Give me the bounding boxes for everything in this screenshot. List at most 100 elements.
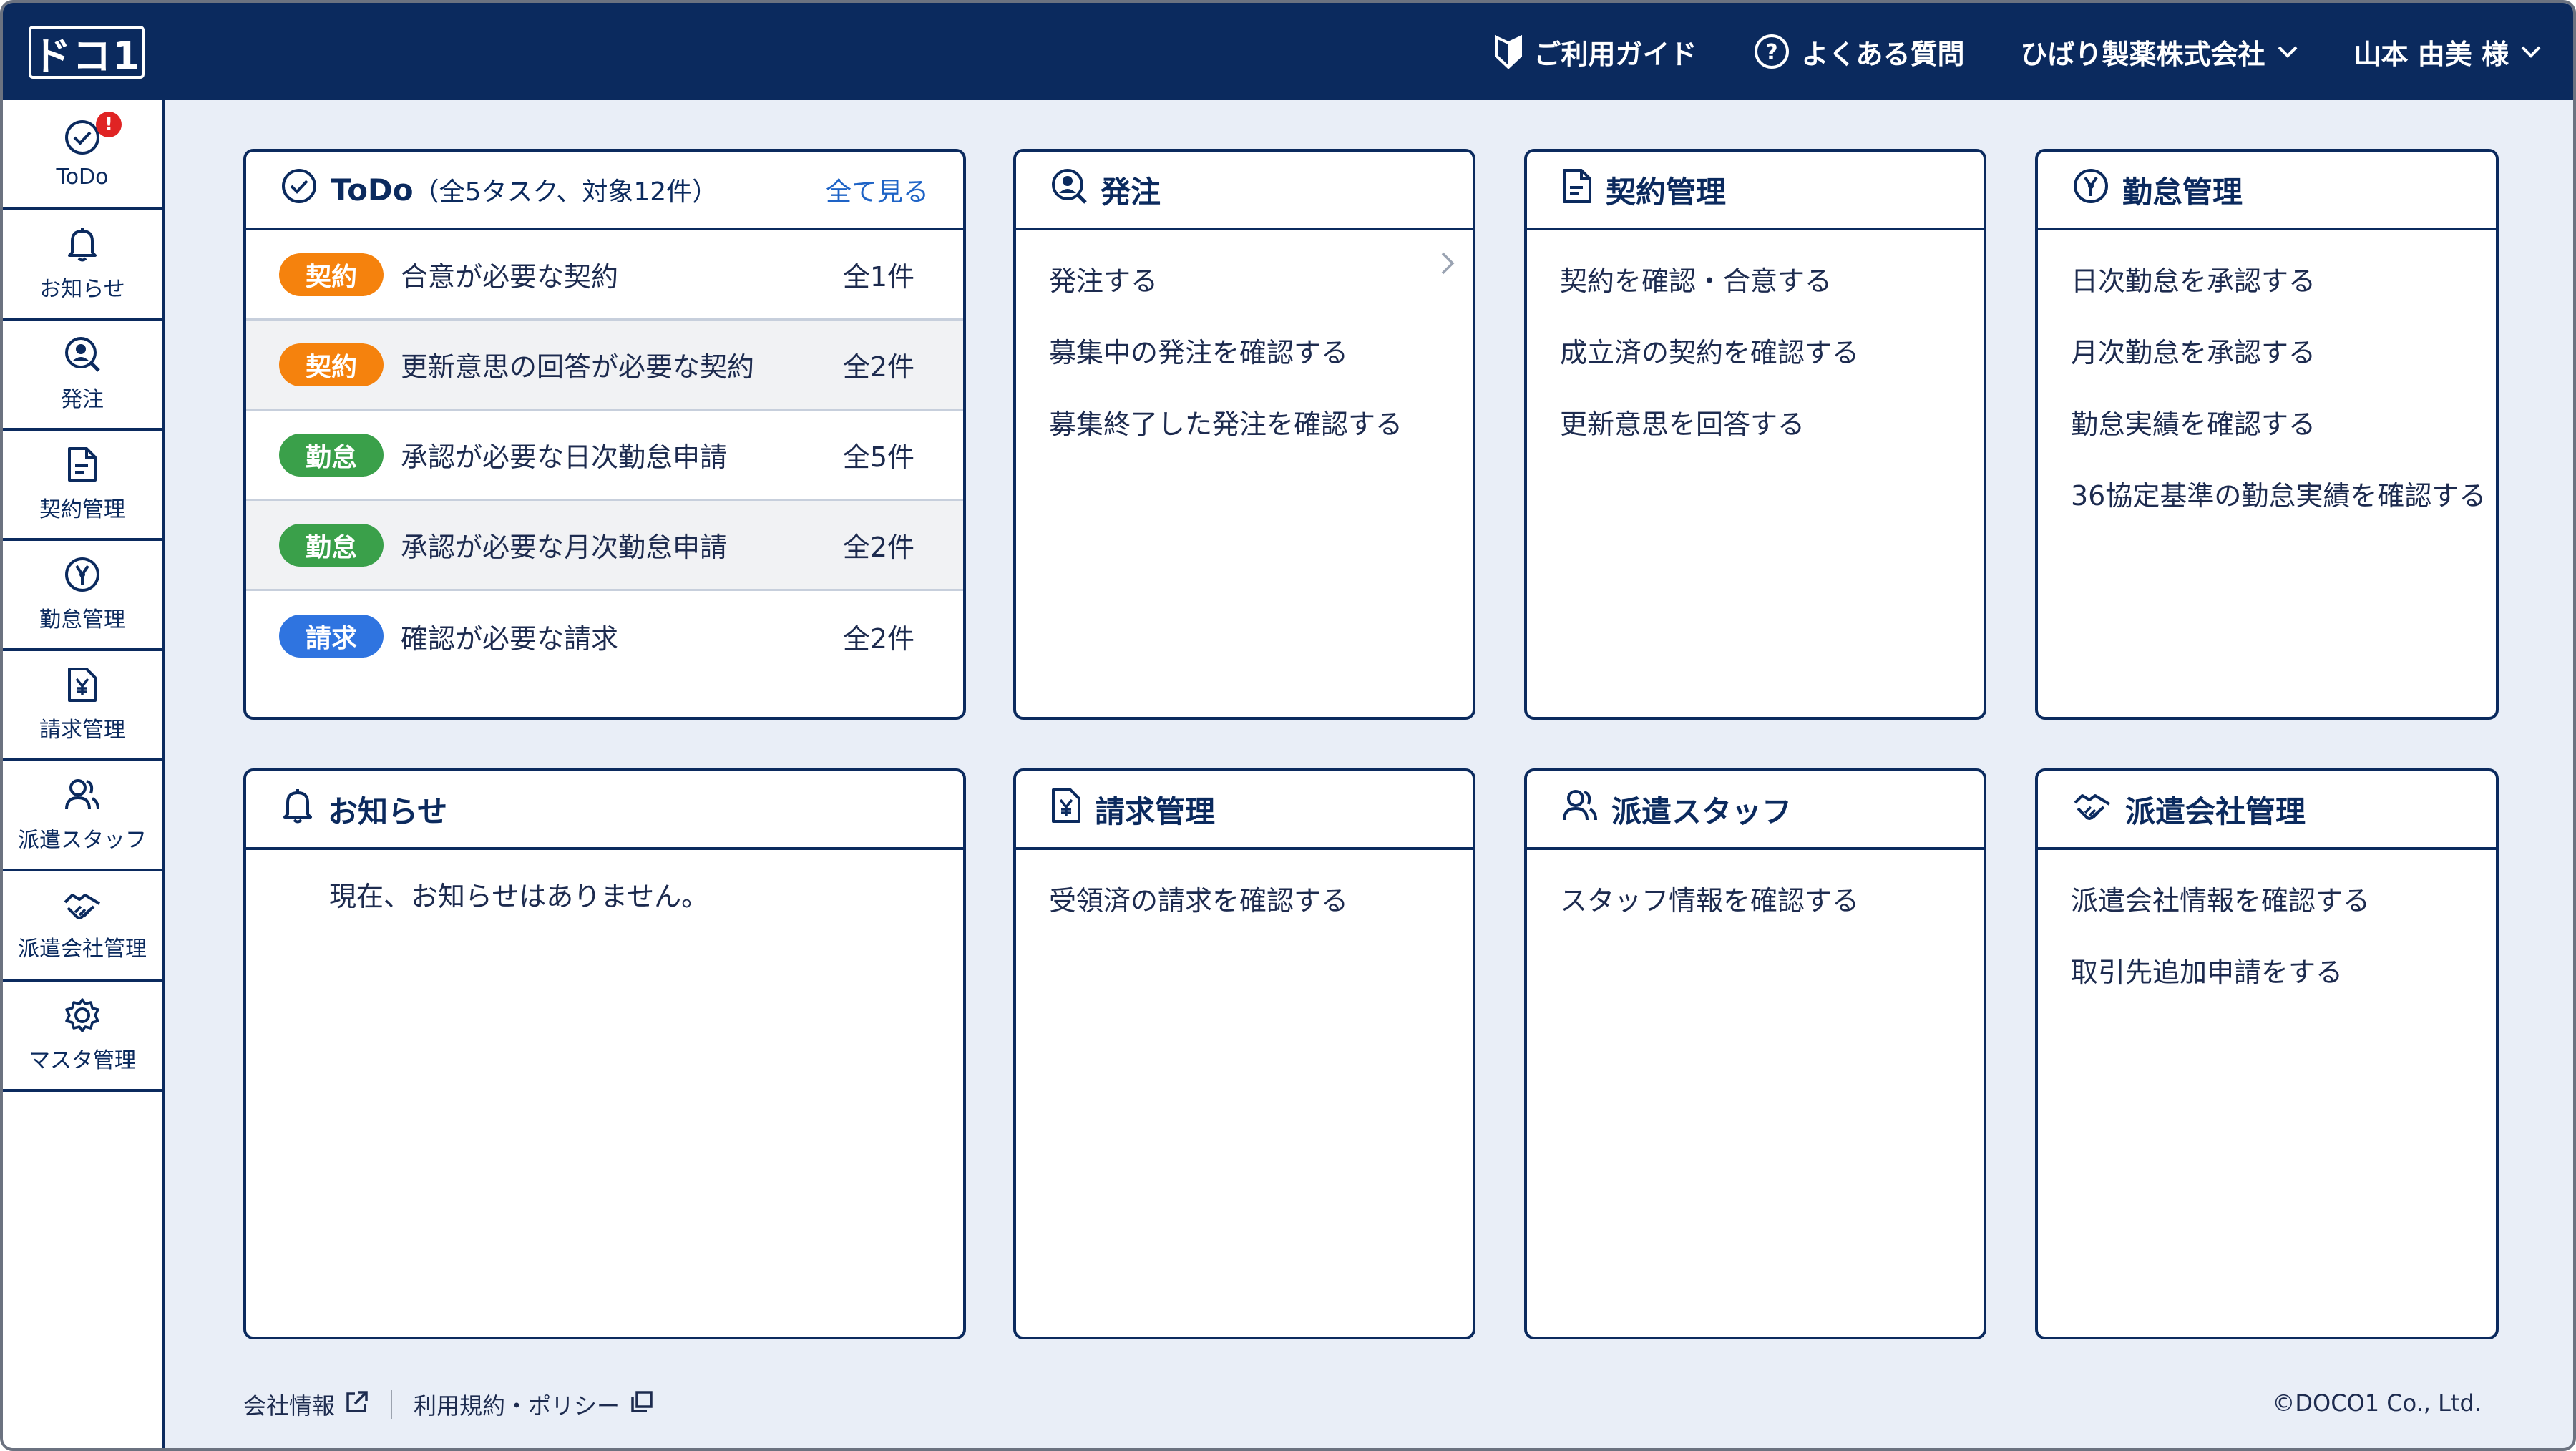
footer-divider <box>391 1390 393 1419</box>
order-links: 発注する 募集中の発注を確認する 募集終了した発注を確認する <box>1016 230 1473 474</box>
link-monthly-approve[interactable]: 月次勤怠を承認する <box>2071 331 2496 402</box>
attendance-card-header: 勤怠管理 <box>2038 152 2496 230</box>
todo-count: 全2件 <box>842 622 914 655</box>
guide-shield-icon <box>1495 34 1523 69</box>
order-card-header: 発注 <box>1016 152 1473 230</box>
sidebar-item-todo[interactable]: ! ToDo <box>3 100 162 210</box>
attendance-icon <box>2072 167 2109 212</box>
contract-card-header: 契約管理 <box>1527 152 1984 230</box>
todo-label: 更新意思の回答が必要な契約 <box>401 351 755 383</box>
link-attendance-record[interactable]: 勤怠実績を確認する <box>2071 402 2496 474</box>
todo-label: 確認が必要な請求 <box>401 622 619 655</box>
app-window: ドコ1 ご利用ガイド ? よくある質問 ひばり製薬株式会社 山本 由美 様 ! … <box>0 0 2576 1451</box>
todo-count: 全5件 <box>842 441 914 473</box>
document-icon <box>67 446 98 486</box>
category-tag: 勤怠 <box>279 523 384 567</box>
handshake-icon <box>62 888 102 925</box>
link-place-order[interactable]: 発注する <box>1049 259 1473 331</box>
agency-card-header: 派遣会社管理 <box>2038 771 2496 850</box>
terms-link[interactable]: 利用規約・ポリシー <box>414 1388 654 1421</box>
sidebar-item-master[interactable]: マスタ管理 <box>3 982 162 1092</box>
order-search-icon <box>1050 167 1088 212</box>
staff-icon <box>64 776 101 816</box>
notice-empty-message: 現在、お知らせはありません。 <box>329 881 709 912</box>
agency-links: 派遣会社情報を確認する 取引先追加申請をする <box>2038 850 2496 1022</box>
todo-label: 承認が必要な日次勤怠申請 <box>401 441 728 473</box>
todo-label: 承認が必要な月次勤怠申請 <box>401 532 728 563</box>
todo-row[interactable]: 勤怠 承認が必要な月次勤怠申請 全2件 <box>246 501 963 591</box>
contract-card: 契約管理 契約を確認・合意する 成立済の契約を確認する 更新意思を回答する <box>1524 149 1986 720</box>
todo-list: 契約 合意が必要な契約 全1件 契約 更新意思の回答が必要な契約 全2件 勤怠 … <box>246 230 963 681</box>
card-title: 派遣スタッフ <box>1611 793 1792 829</box>
sidebar-item-staff[interactable]: 派遣スタッフ <box>3 761 162 871</box>
link-staff-info[interactable]: スタッフ情報を確認する <box>1560 879 1984 950</box>
category-tag: 請求 <box>279 615 384 658</box>
todo-card-header: ToDo （全5タスク、対象12件） 全て見る <box>246 152 963 230</box>
sidebar-item-notice[interactable]: お知らせ <box>3 210 162 321</box>
footer: 会社情報 利用規約・ポリシー <box>243 1388 654 1421</box>
notification-badge: ! <box>96 112 122 137</box>
sidebar-item-attendance[interactable]: 勤怠管理 <box>3 541 162 651</box>
sidebar-item-contract[interactable]: 契約管理 <box>3 431 162 541</box>
todo-label: 合意が必要な契約 <box>401 261 619 293</box>
link-agency-info[interactable]: 派遣会社情報を確認する <box>2071 879 2496 950</box>
category-tag: 契約 <box>279 343 384 386</box>
link-closed-orders[interactable]: 募集終了した発注を確認する <box>1049 402 1473 474</box>
invoice-yen-icon <box>1050 787 1082 831</box>
todo-row[interactable]: 勤怠 承認が必要な日次勤怠申請 全5件 <box>246 411 963 501</box>
company-dropdown[interactable]: ひばり製薬株式会社 <box>2021 32 2298 72</box>
todo-row[interactable]: 請求 確認が必要な請求 全2件 <box>246 591 963 681</box>
sidebar-item-order[interactable]: 発注 <box>3 321 162 431</box>
link-open-orders[interactable]: 募集中の発注を確認する <box>1049 331 1473 402</box>
sidebar-item-billing[interactable]: 請求管理 <box>3 651 162 761</box>
link-daily-approve[interactable]: 日次勤怠を承認する <box>2071 259 2496 331</box>
invoice-yen-icon <box>67 666 98 706</box>
company-info-link[interactable]: 会社情報 <box>243 1388 369 1421</box>
attendance-card: 勤怠管理 日次勤怠を承認する 月次勤怠を承認する 勤怠実績を確認する 36協定基… <box>2035 149 2499 720</box>
link-received-invoices[interactable]: 受領済の請求を確認する <box>1049 879 1473 950</box>
gear-icon <box>64 997 101 1037</box>
header-nav: ご利用ガイド ? よくある質問 ひばり製薬株式会社 山本 由美 様 <box>1495 3 2542 100</box>
card-title: 契約管理 <box>1606 174 1727 210</box>
see-all-link[interactable]: 全て見る <box>826 171 929 208</box>
top-header: ドコ1 ご利用ガイド ? よくある質問 ひばり製薬株式会社 山本 由美 様 <box>3 3 2573 100</box>
card-title: 発注 <box>1101 174 1161 210</box>
handshake-icon <box>2072 788 2112 830</box>
card-title: お知らせ <box>328 793 448 829</box>
link-36-agreement[interactable]: 36協定基準の勤怠実績を確認する <box>2071 474 2496 545</box>
attendance-links: 日次勤怠を承認する 月次勤怠を承認する 勤怠実績を確認する 36協定基準の勤怠実… <box>2038 230 2496 545</box>
billing-card: 請求管理 受領済の請求を確認する <box>1013 768 1475 1339</box>
logo[interactable]: ドコ1 <box>29 26 145 79</box>
link-concluded-contracts[interactable]: 成立済の契約を確認する <box>1560 331 1984 402</box>
external-link-icon <box>345 1389 369 1420</box>
category-tag: 勤怠 <box>279 433 384 477</box>
guide-link[interactable]: ご利用ガイド <box>1495 32 1697 72</box>
user-dropdown[interactable]: 山本 由美 様 <box>2354 32 2542 72</box>
chevron-down-icon <box>2277 44 2298 59</box>
staff-links: スタッフ情報を確認する <box>1527 850 1984 950</box>
svg-text:?: ? <box>1765 40 1777 65</box>
staff-card: 派遣スタッフ スタッフ情報を確認する <box>1524 768 1986 1339</box>
todo-card: ToDo （全5タスク、対象12件） 全て見る 契約 合意が必要な契約 全1件 … <box>243 149 966 720</box>
todo-row[interactable]: 契約 合意が必要な契約 全1件 <box>246 230 963 321</box>
billing-links: 受領済の請求を確認する <box>1016 850 1473 950</box>
staff-icon <box>1561 787 1599 831</box>
chevron-down-icon <box>2520 44 2542 59</box>
order-search-icon <box>64 336 101 376</box>
todo-row[interactable]: 契約 更新意思の回答が必要な契約 全2件 <box>246 321 963 411</box>
attendance-icon <box>64 556 101 596</box>
link-renewal-answer[interactable]: 更新意思を回答する <box>1560 402 1984 474</box>
link-add-partner[interactable]: 取引先追加申請をする <box>2071 950 2496 1022</box>
todo-subtitle: （全5タスク、対象12件） <box>413 177 718 207</box>
faq-link[interactable]: ? よくある質問 <box>1753 32 1965 72</box>
bell-icon <box>280 787 315 831</box>
question-circle-icon: ? <box>1753 33 1790 70</box>
sidebar-item-agency[interactable]: 派遣会社管理 <box>3 871 162 982</box>
bell-icon <box>65 225 99 265</box>
new-window-icon <box>630 1389 654 1420</box>
check-circle-icon <box>280 167 318 212</box>
link-confirm-contract[interactable]: 契約を確認・合意する <box>1560 259 1984 331</box>
card-title: 請求管理 <box>1095 793 1216 829</box>
notice-card-header: お知らせ <box>246 771 963 850</box>
category-tag: 契約 <box>279 253 384 296</box>
